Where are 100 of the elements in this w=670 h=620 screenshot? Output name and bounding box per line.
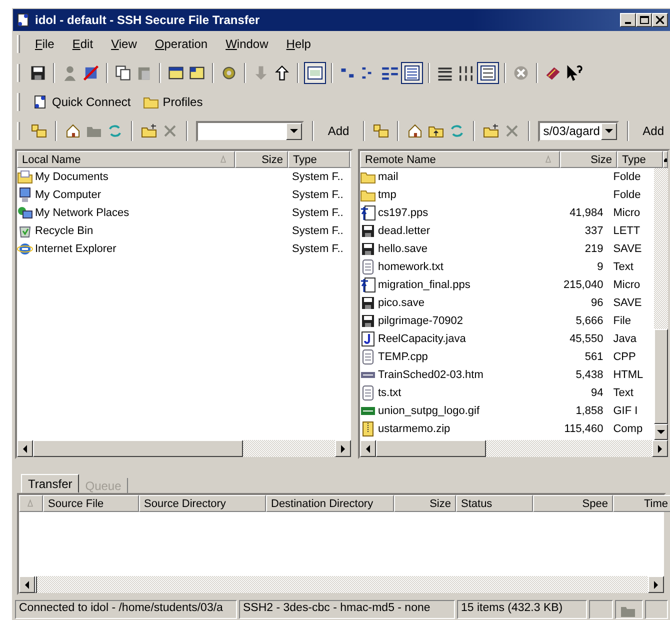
profiles-button[interactable]: Profiles [140, 92, 209, 112]
scroll-left-button[interactable] [19, 576, 35, 593]
folders-icon[interactable] [373, 123, 390, 139]
close-icon[interactable] [656, 16, 664, 24]
horizontal-scrollbar[interactable] [17, 440, 351, 457]
scrollbar-thumb[interactable] [654, 329, 668, 424]
file-name[interactable]: Internet Explorer [35, 243, 116, 255]
file-size: 9 [597, 261, 604, 273]
window-icon[interactable] [305, 63, 325, 83]
file-name[interactable]: hello.save [378, 243, 428, 255]
file-name[interactable]: My Documents [35, 171, 108, 183]
file-size: 219 [584, 243, 604, 255]
file-name[interactable]: ustarmemo.zip [378, 423, 450, 435]
file-name[interactable]: mail [378, 171, 398, 183]
column-header[interactable]: Status [456, 495, 533, 512]
up-arrow-icon[interactable] [273, 64, 291, 82]
address-field[interactable]: s/03/agard [538, 120, 619, 142]
menu-item[interactable]: Help [277, 35, 320, 53]
file-size: 215,040 [563, 279, 604, 291]
copy-icon[interactable] [114, 64, 132, 82]
file-size: 94 [590, 387, 604, 399]
file-type: System F.. [292, 225, 344, 237]
file-type: File [613, 315, 631, 327]
maximize-button[interactable] [636, 13, 652, 27]
help-icon[interactable] [565, 64, 583, 82]
window-title: idol - default - SSH Secure File Transfer [35, 13, 261, 27]
save-icon[interactable] [29, 64, 47, 82]
file-name[interactable]: pilgrimage-70902 [378, 315, 463, 327]
vertical-scrollbar[interactable] [654, 168, 668, 440]
home-icon[interactable] [65, 123, 81, 139]
home-icon[interactable] [407, 123, 424, 139]
file-name[interactable]: cs197.pps [378, 207, 428, 219]
menu-item[interactable]: Window [216, 35, 278, 53]
disconnect-icon[interactable] [82, 64, 100, 82]
file-name[interactable]: TrainSched02-03.htm [378, 369, 484, 381]
scroll-right-button[interactable] [648, 576, 664, 593]
column-header[interactable]: Size [235, 151, 288, 168]
file-type: CPP [613, 351, 636, 363]
column-header[interactable]: Time [613, 495, 670, 512]
file-name[interactable]: pico.save [378, 297, 424, 309]
horizontal-scrollbar[interactable] [19, 576, 664, 593]
close-button[interactable] [652, 13, 668, 27]
status-text: SSH2 - 3des-cbc - hmac-md5 - none [243, 602, 430, 614]
horizontal-scrollbar[interactable] [360, 440, 668, 457]
file-size: 115,460 [564, 423, 604, 435]
file-type: SAVE [613, 243, 642, 255]
menu-item[interactable]: View [102, 35, 146, 53]
file-name[interactable]: homework.txt [378, 261, 444, 273]
column-header[interactable]: Local Name [17, 151, 235, 168]
scrollbar-thumb[interactable] [33, 440, 243, 457]
file-type: Text [613, 387, 634, 399]
window-icon[interactable] [167, 64, 185, 82]
column-header[interactable]: Source Directory [139, 495, 266, 512]
address-field[interactable] [196, 120, 304, 142]
scroll-right-button[interactable] [652, 440, 668, 457]
add-button[interactable]: Add [322, 122, 356, 140]
quick-connect-button[interactable]: Quick Connect [30, 92, 137, 112]
file-name[interactable]: migration_final.pps [378, 279, 470, 291]
scrollbar-thumb[interactable] [376, 440, 486, 457]
file-type: GIF I [613, 405, 638, 417]
column-header[interactable]: Size [394, 495, 456, 512]
file-name[interactable]: My Network Places [35, 207, 130, 219]
column-header[interactable]: Size [560, 151, 617, 168]
file-name[interactable]: Recycle Bin [35, 225, 94, 237]
file-type: System F.. [292, 189, 344, 201]
column-header[interactable]: Spee [533, 495, 613, 512]
menu-item[interactable]: Edit [63, 35, 102, 53]
file-name[interactable]: ReelCapacity.java [378, 333, 466, 345]
scroll-down-button[interactable] [654, 424, 668, 440]
stop-icon[interactable] [512, 64, 530, 82]
add-button[interactable]: Add [636, 122, 670, 140]
file-name[interactable]: ts.txt [378, 387, 402, 399]
file-type: LETT [613, 225, 640, 237]
new-folder-icon[interactable] [483, 123, 500, 139]
scroll-right-button[interactable] [335, 440, 351, 457]
column-header[interactable]: Remote Name [360, 151, 560, 168]
new-folder-icon[interactable] [141, 123, 157, 139]
file-name[interactable]: union_sutpg_logo.gif [378, 405, 480, 417]
folders-icon[interactable] [31, 123, 47, 139]
window-icon[interactable] [188, 64, 206, 82]
column-header[interactable]: Destination Directory [266, 495, 394, 512]
details-icon[interactable] [402, 63, 422, 83]
file-name[interactable]: tmp [378, 189, 396, 201]
column-header[interactable]: Source File [43, 495, 139, 512]
file-name[interactable]: My Computer [35, 189, 102, 201]
file-name[interactable]: dead.letter [378, 225, 430, 237]
column-header[interactable]: Type [617, 151, 663, 168]
scrollbar-thumb[interactable] [35, 576, 37, 593]
file-name[interactable]: TEMP.cpp [378, 351, 428, 363]
file-type: HTML [613, 369, 644, 381]
status-panel [589, 600, 613, 619]
file-size: 5,438 [576, 369, 604, 381]
menu-item[interactable]: File [26, 35, 64, 53]
scroll-left-button[interactable] [17, 440, 33, 457]
menu-item[interactable]: Operation [146, 35, 217, 53]
tab[interactable]: Transfer [21, 474, 80, 493]
minimize-button[interactable] [620, 13, 636, 27]
column-header[interactable]: Type [288, 151, 350, 168]
scroll-left-button[interactable] [360, 440, 376, 457]
file-type: SAVE [613, 297, 642, 309]
